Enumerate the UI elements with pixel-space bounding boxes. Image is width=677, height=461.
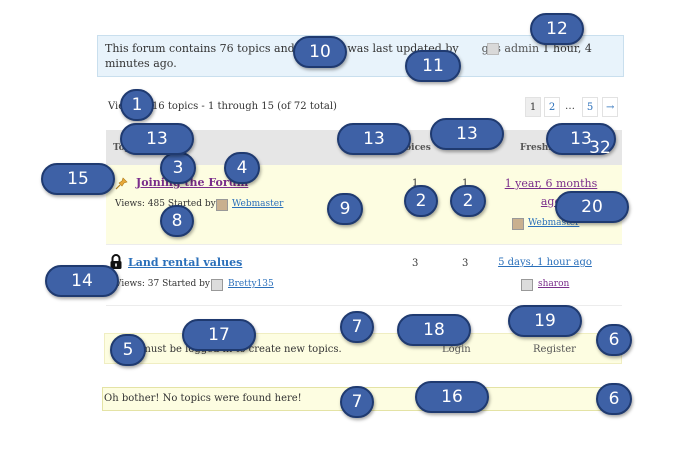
annotation-badge: 20 xyxy=(555,191,629,223)
annotation-badge: 7 xyxy=(340,386,374,418)
annotation-badge: 11 xyxy=(405,50,461,82)
author-avatar xyxy=(487,43,499,55)
annotation-badge: 8 xyxy=(160,205,194,237)
started-by-label: Started by: xyxy=(162,279,213,289)
avatar xyxy=(521,279,533,291)
avatar xyxy=(216,199,228,211)
voices-count: 3 xyxy=(412,258,419,269)
annotation-badge: 13 xyxy=(430,118,504,150)
freshness-link[interactable]: 5 days, 1 hour ago xyxy=(498,257,592,268)
page-ellipsis: … xyxy=(562,97,578,117)
page-2-link[interactable]: 2 xyxy=(544,97,560,117)
annotation-badge: 6 xyxy=(596,324,632,356)
annotation-badge: 9 xyxy=(327,193,363,225)
annotation-badge: 7 xyxy=(340,311,374,343)
annotation-badge: 16 xyxy=(415,381,489,413)
forum-info-summary: This forum contains 76 topics and 4…, an… xyxy=(105,42,459,55)
annotation-badge: 10 xyxy=(293,36,347,68)
annotation-badge: 12 xyxy=(530,13,584,45)
annotation-badge: 4 xyxy=(224,152,260,184)
annotation-badge: 2 xyxy=(450,185,486,217)
page-5-link[interactable]: 5 xyxy=(582,97,598,117)
topic-views: Views: 37 Started by: xyxy=(115,279,213,289)
avatar xyxy=(512,218,524,230)
no-topics-message: Oh bother! No topics were found here! xyxy=(104,393,302,404)
posts-count: 3 xyxy=(462,258,469,269)
next-page-arrow-icon[interactable]: → xyxy=(602,97,619,117)
views-count: Views: 37 xyxy=(115,279,160,289)
page-1: 1 xyxy=(525,97,541,117)
annotation-badge: 5 xyxy=(110,334,146,366)
annotation-badge: 19 xyxy=(508,305,582,337)
annotation-badge: 1 xyxy=(120,89,154,121)
annotation-badge: 6 xyxy=(596,383,632,415)
forum-info-text: This forum contains 76 topics and 4…, an… xyxy=(105,41,615,71)
annotation-badge: 17 xyxy=(182,319,256,351)
annotation-badge: 13 xyxy=(337,123,411,155)
author-link[interactable]: Bretty135 xyxy=(228,279,274,289)
topic-link-land-rental-values[interactable]: Land rental values xyxy=(128,256,242,269)
annotation-badge: 13 xyxy=(120,123,194,155)
annotation-badge: 3 xyxy=(160,152,196,184)
author-link[interactable]: Webmaster xyxy=(232,199,283,209)
annotation-badge: 15 xyxy=(41,163,115,195)
last-poster-link[interactable]: sharon xyxy=(538,279,569,289)
annotation-badge: 14 xyxy=(45,265,119,297)
annotation-badge: 32 xyxy=(589,138,611,158)
pushpin-icon xyxy=(115,175,128,194)
annotation-badge: 18 xyxy=(397,314,471,346)
views-count: Views: 485 xyxy=(115,199,165,209)
annotation-badge: 2 xyxy=(404,185,438,217)
avatar xyxy=(211,279,223,291)
register-link[interactable]: Register xyxy=(533,344,576,355)
table-row xyxy=(106,245,622,306)
